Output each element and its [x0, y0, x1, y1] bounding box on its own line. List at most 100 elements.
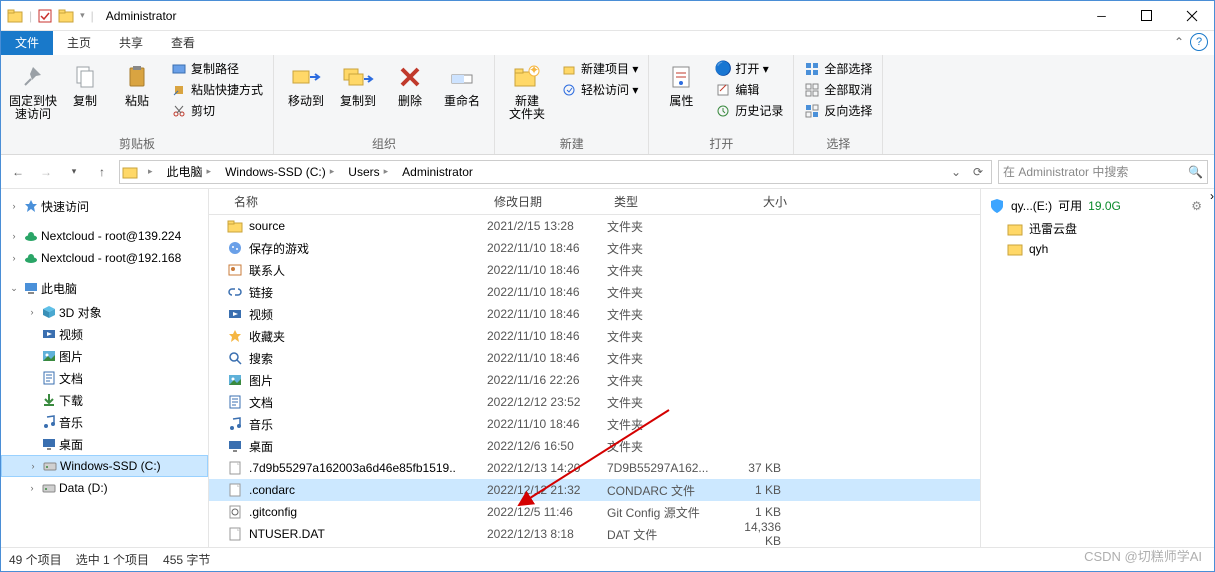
qat-dropdown-icon[interactable]: ▾ [80, 10, 85, 21]
tree-item[interactable]: 音乐 [1, 411, 208, 433]
select-all-button[interactable]: 全部选择 [802, 59, 874, 78]
tree-item[interactable]: ⌄此电脑 [1, 277, 208, 299]
tab-home[interactable]: 主页 [53, 31, 105, 55]
tab-file[interactable]: 文件 [1, 31, 53, 55]
file-row[interactable]: NTUSER.DAT2022/12/13 8:18DAT 文件14,336 KB [209, 523, 980, 545]
expand-icon[interactable]: ⌄ [7, 283, 21, 294]
back-button[interactable]: ← [7, 161, 29, 183]
navbar: ← → ▾ ↑ ▸ 此电脑▸ Windows-SSD (C:)▸ Users▸ … [1, 155, 1214, 189]
tab-view[interactable]: 查看 [157, 31, 209, 55]
checkbox-icon[interactable] [38, 9, 52, 23]
file-row[interactable]: .gitconfig2022/12/5 11:46Git Config 源文件1… [209, 501, 980, 523]
file-row[interactable]: .condarc2022/12/12 21:32CONDARC 文件1 KB [209, 479, 980, 501]
search-input[interactable]: 在 Administrator 中搜索🔍 [998, 160, 1208, 184]
file-row[interactable]: .7d9b55297a162003a6d46e85fb1519..2022/12… [209, 457, 980, 479]
col-size[interactable]: 大小 [726, 193, 796, 210]
up-button[interactable]: ↑ [91, 161, 113, 183]
copy-button[interactable]: 复制 [61, 59, 109, 110]
tree-label: 桌面 [59, 436, 83, 453]
expand-icon[interactable]: › [25, 307, 39, 317]
expand-icon[interactable]: › [7, 201, 21, 211]
tree-item[interactable]: ›3D 对象 [1, 301, 208, 323]
tree-item[interactable]: 文档 [1, 367, 208, 389]
side-folder[interactable]: qyh [985, 239, 1206, 259]
forward-button[interactable]: → [35, 161, 57, 183]
file-row[interactable]: 搜索2022/11/10 18:46文件夹 [209, 347, 980, 369]
ribbon-collapse-icon[interactable]: ⌃ [1174, 35, 1184, 49]
edit-button[interactable]: 编辑 [713, 80, 785, 99]
col-name[interactable]: 名称 [226, 193, 486, 210]
expand-icon[interactable]: › [7, 253, 21, 263]
nav-tree[interactable]: ›快速访问 ›Nextcloud - root@139.224›Nextcloud… [1, 189, 209, 547]
minimize-button[interactable]: ─ [1079, 1, 1124, 30]
expand-icon[interactable]: › [26, 461, 40, 471]
cloud-icon [23, 250, 39, 266]
refresh-button[interactable]: ⟳ [967, 161, 989, 183]
paste-shortcut-button[interactable]: 粘贴快捷方式 [169, 80, 265, 99]
expand-icon[interactable]: › [25, 483, 39, 493]
breadcrumb-item[interactable]: 此电脑▸ [163, 161, 220, 183]
copy-path-button[interactable]: 复制路径 [169, 59, 265, 78]
tab-share[interactable]: 共享 [105, 31, 157, 55]
recent-dropdown[interactable]: ▾ [63, 161, 85, 183]
file-row[interactable]: 视频2022/11/10 18:46文件夹 [209, 303, 980, 325]
file-row[interactable]: 联系人2022/11/10 18:46文件夹 [209, 259, 980, 281]
tree-item[interactable]: ›Nextcloud - root@139.224 [1, 225, 208, 247]
col-type[interactable]: 类型 [606, 193, 726, 210]
folder-icon[interactable] [58, 8, 74, 24]
maximize-button[interactable] [1124, 1, 1169, 30]
file-date: 2022/11/10 18:46 [479, 307, 599, 321]
tree-item[interactable]: ›Windows-SSD (C:) [1, 455, 208, 477]
new-folder-button[interactable]: ✦新建 文件夹 [503, 59, 551, 123]
help-button[interactable]: ? [1190, 33, 1208, 51]
cfg-icon [227, 504, 243, 520]
tree-item[interactable]: ›快速访问 [1, 195, 208, 217]
paste-button[interactable]: 粘贴 [113, 59, 161, 110]
file-row[interactable]: 保存的游戏2022/11/10 18:46文件夹 [209, 237, 980, 259]
select-none-button[interactable]: 全部取消 [802, 80, 874, 99]
new-item-button[interactable]: 新建项目 ▾ [559, 59, 640, 78]
file-row[interactable]: 桌面2022/12/6 16:50文件夹 [209, 435, 980, 457]
file-date: 2022/12/12 23:52 [479, 395, 599, 409]
side-folder[interactable]: 迅雷云盘 [985, 218, 1206, 239]
collapse-preview-icon[interactable]: › [1210, 189, 1214, 547]
file-row[interactable]: 文档2022/12/12 23:52文件夹 [209, 391, 980, 413]
breadcrumb-item[interactable]: Windows-SSD (C:)▸ [221, 161, 342, 183]
tree-item[interactable]: 视频 [1, 323, 208, 345]
rename-button[interactable]: 重命名 [438, 59, 486, 110]
file-row[interactable]: 音乐2022/11/10 18:46文件夹 [209, 413, 980, 435]
pin-quickaccess-button[interactable]: 固定到快 速访问 [9, 59, 57, 123]
close-button[interactable] [1169, 1, 1214, 30]
tree-item[interactable]: 下载 [1, 389, 208, 411]
expand-icon[interactable]: › [7, 231, 21, 241]
dl-icon [41, 392, 57, 408]
invert-selection-button[interactable]: 反向选择 [802, 101, 874, 120]
gear-icon[interactable]: ⚙ [1191, 199, 1202, 213]
file-date: 2022/11/16 22:26 [479, 373, 599, 387]
file-row[interactable]: 收藏夹2022/11/10 18:46文件夹 [209, 325, 980, 347]
tree-item[interactable]: ›Nextcloud - root@192.168 [1, 247, 208, 269]
video-icon [41, 326, 57, 342]
history-button[interactable]: 历史记录 [713, 101, 785, 120]
address-bar[interactable]: ▸ 此电脑▸ Windows-SSD (C:)▸ Users▸ Administ… [119, 160, 992, 184]
move-to-button[interactable]: 移动到 [282, 59, 330, 110]
copy-to-button[interactable]: 复制到 [334, 59, 382, 110]
tree-item[interactable]: ›Data (D:) [1, 477, 208, 499]
file-list[interactable]: source2021/2/15 13:28文件夹保存的游戏2022/11/10 … [209, 215, 980, 547]
tree-item[interactable]: 图片 [1, 345, 208, 367]
address-dropdown[interactable]: ⌄ [945, 161, 967, 183]
breadcrumb-item[interactable]: Users▸ [344, 161, 396, 183]
file-row[interactable]: 链接2022/11/10 18:46文件夹 [209, 281, 980, 303]
tree-item[interactable]: 桌面 [1, 433, 208, 455]
breadcrumb-sep[interactable]: ▸ [140, 161, 161, 183]
file-row[interactable]: 图片2022/11/16 22:26文件夹 [209, 369, 980, 391]
properties-button[interactable]: 属性 [657, 59, 705, 110]
file-row[interactable]: source2021/2/15 13:28文件夹 [209, 215, 980, 237]
open-button[interactable]: 🔵打开 ▾ [713, 59, 785, 78]
easy-access-button[interactable]: 轻松访问 ▾ [559, 80, 640, 99]
col-date[interactable]: 修改日期 [486, 193, 606, 210]
breadcrumb-item[interactable]: Administrator [398, 161, 477, 183]
delete-button[interactable]: 删除 [386, 59, 434, 110]
cut-button[interactable]: 剪切 [169, 101, 265, 120]
file-date: 2022/11/10 18:46 [479, 351, 599, 365]
